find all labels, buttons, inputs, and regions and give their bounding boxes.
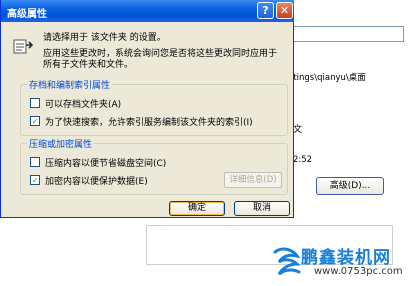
watermark-url: www.0753pc.com xyxy=(314,266,403,277)
archive-index-group-label: 存档和编制索引属性 xyxy=(27,78,113,91)
folder-settings-icon xyxy=(13,39,33,54)
background-text-field[interactable] xyxy=(282,26,404,42)
close-button[interactable]: ✕ xyxy=(276,2,293,19)
compress-checkbox[interactable] xyxy=(30,157,40,167)
compress-checkbox-label[interactable]: 压缩内容以便节省磁盘空间(C) xyxy=(45,156,166,169)
compress-encrypt-group: 压缩或加密属性 压缩内容以便节省磁盘空间(C) ✓ 加密内容以便保护数据(E) … xyxy=(20,137,288,195)
cancel-button[interactable]: 取消 xyxy=(234,201,290,216)
ok-button[interactable]: 确定 xyxy=(169,201,225,216)
header-note-line2: 所有子文件夹和文件。 xyxy=(43,60,134,70)
help-button[interactable]: ? xyxy=(257,2,274,19)
archive-checkbox-label[interactable]: 可以存档文件夹(A) xyxy=(45,97,121,110)
encrypt-checkbox-label[interactable]: 加密内容以便保护数据(E) xyxy=(45,174,148,187)
index-checkbox-label[interactable]: 为了快速搜索，允许索引服务编制该文件夹的索引(I) xyxy=(45,115,253,128)
watermark-brand: 鹏鑫装机网 xyxy=(301,248,391,268)
advanced-attributes-dialog: 高级属性 ? ✕ 请选择用于 该文件夹 的设置。 应用这些更改时，系统会询问您是… xyxy=(0,0,294,218)
archive-index-group: 存档和编制索引属性 可以存档文件夹(A) ✓ 为了快速搜索，允许索引服务编制该文… xyxy=(20,78,288,136)
help-icon: ? xyxy=(262,4,269,17)
details-button[interactable]: 详细信息(D) xyxy=(224,172,282,188)
background-truncated-text: 文 xyxy=(293,125,303,135)
background-path-text: ttings\qianyu\桌面 xyxy=(290,73,366,83)
advanced-button[interactable]: 高级(D)... xyxy=(316,177,384,195)
background-time-text: 2:52 xyxy=(293,155,313,165)
close-icon: ✕ xyxy=(279,4,290,17)
encrypt-checkbox[interactable]: ✓ xyxy=(30,175,40,185)
index-checkbox[interactable]: ✓ xyxy=(30,116,40,126)
archive-checkbox[interactable] xyxy=(30,98,40,108)
dialog-title: 高级属性 xyxy=(7,9,47,20)
compress-encrypt-group-label: 压缩或加密属性 xyxy=(27,137,95,150)
header-instruction: 请选择用于 该文件夹 的设置。 xyxy=(43,33,166,43)
dialog-title-bar[interactable]: 高级属性 ? ✕ xyxy=(1,0,294,22)
